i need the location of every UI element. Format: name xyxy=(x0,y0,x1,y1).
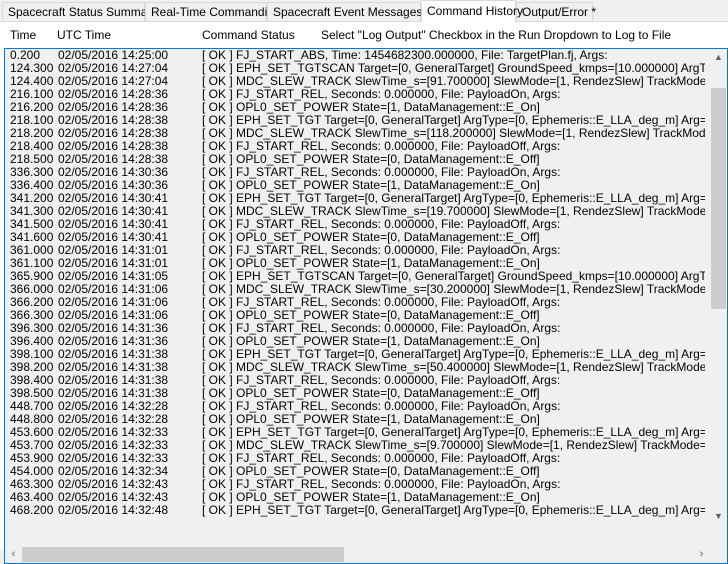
header-command-status[interactable]: Command Status xyxy=(202,28,295,42)
row-time: 468.200 xyxy=(10,503,54,517)
tab-output-error[interactable]: Output/Error * xyxy=(516,2,596,21)
header-utc-time[interactable]: UTC Time xyxy=(57,28,111,42)
tab-spacecraft-status-summary[interactable]: Spacecraft Status Summary xyxy=(2,2,157,21)
scroll-up-icon[interactable]: ▲ xyxy=(710,49,727,66)
tab-bar: Spacecraft Status Summary Real-Time Comm… xyxy=(0,0,728,22)
command-history-panel: Time UTC Time Command Status Select "Log… xyxy=(0,22,728,564)
horizontal-scroll-thumb[interactable] xyxy=(22,547,345,562)
row-utc-time: 02/05/2016 14:32:48 xyxy=(58,503,169,517)
tab-spacecraft-event-messages[interactable]: Spacecraft Event Messages * xyxy=(267,2,430,21)
vertical-scroll-thumb[interactable] xyxy=(711,88,726,310)
header-time[interactable]: Time xyxy=(10,28,36,42)
table-row[interactable]: 468.200 02/05/2016 14:32:48 [ OK ] EPH_SET… xyxy=(5,504,705,517)
scroll-down-icon[interactable]: ▼ xyxy=(710,508,727,525)
tab-real-time-commanding[interactable]: Real-Time Commanding xyxy=(145,2,281,21)
log-to-file-hint: Select "Log Output" Checkbox in the Run … xyxy=(321,28,672,42)
command-history-list[interactable]: 0.200 02/05/2016 14:25:00[ OK ] FJ_START_… xyxy=(4,48,728,564)
row-command-status: [ OK ] EPH_SET_TGT Target=[0, GeneralTar… xyxy=(202,503,705,517)
vertical-scrollbar[interactable]: ▲ ▼ xyxy=(710,49,727,525)
tab-command-history[interactable]: Command History xyxy=(421,0,523,22)
command-history-rows: 0.200 02/05/2016 14:25:00[ OK ] FJ_START_… xyxy=(5,49,705,525)
column-header: Time UTC Time Command Status Select "Log… xyxy=(0,22,728,48)
